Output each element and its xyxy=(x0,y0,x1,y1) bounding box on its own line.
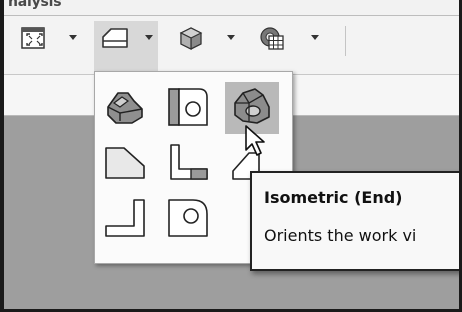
toolbar-separator xyxy=(345,26,346,56)
ribbon-tab-label[interactable]: nalysis xyxy=(8,0,62,10)
view-orientation-button[interactable] xyxy=(98,24,132,52)
tooltip-title: Isometric (End) xyxy=(264,188,403,207)
top-view-icon xyxy=(102,142,148,186)
isometric-front-icon xyxy=(102,87,148,131)
view-tooltip: Isometric (End) Orients the work vi xyxy=(250,171,462,271)
side-view[interactable] xyxy=(161,138,215,190)
view-toolbar xyxy=(4,16,459,74)
display-settings-button[interactable] xyxy=(256,24,288,52)
zoom-all-dropdown-arrow[interactable] xyxy=(68,31,78,43)
front-face-view[interactable] xyxy=(161,83,215,135)
ribbon-tab-strip: nalysis xyxy=(4,0,459,16)
zoom-all-icon xyxy=(20,25,46,51)
end-face-view[interactable] xyxy=(161,194,215,246)
front-face-icon xyxy=(165,85,211,133)
zoom-all-button[interactable] xyxy=(18,24,48,52)
mouse-pointer-icon xyxy=(244,124,270,162)
side-view-icon xyxy=(165,141,211,187)
visual-style-dropdown-arrow[interactable] xyxy=(226,31,236,43)
end-face-icon xyxy=(165,196,211,244)
bottom-view-icon xyxy=(102,196,148,244)
display-settings-dropdown-arrow[interactable] xyxy=(310,31,320,43)
bottom-view[interactable] xyxy=(98,194,152,246)
tooltip-description: Orients the work vi xyxy=(264,226,417,245)
visual-style-button[interactable] xyxy=(176,24,206,52)
shaded-cube-icon xyxy=(178,25,204,51)
view-plane-icon xyxy=(100,26,130,50)
view-orientation-dropdown-arrow[interactable] xyxy=(144,31,154,43)
isometric-front-view[interactable] xyxy=(98,83,152,135)
top-view[interactable] xyxy=(98,138,152,190)
gear-grid-icon xyxy=(258,25,286,51)
